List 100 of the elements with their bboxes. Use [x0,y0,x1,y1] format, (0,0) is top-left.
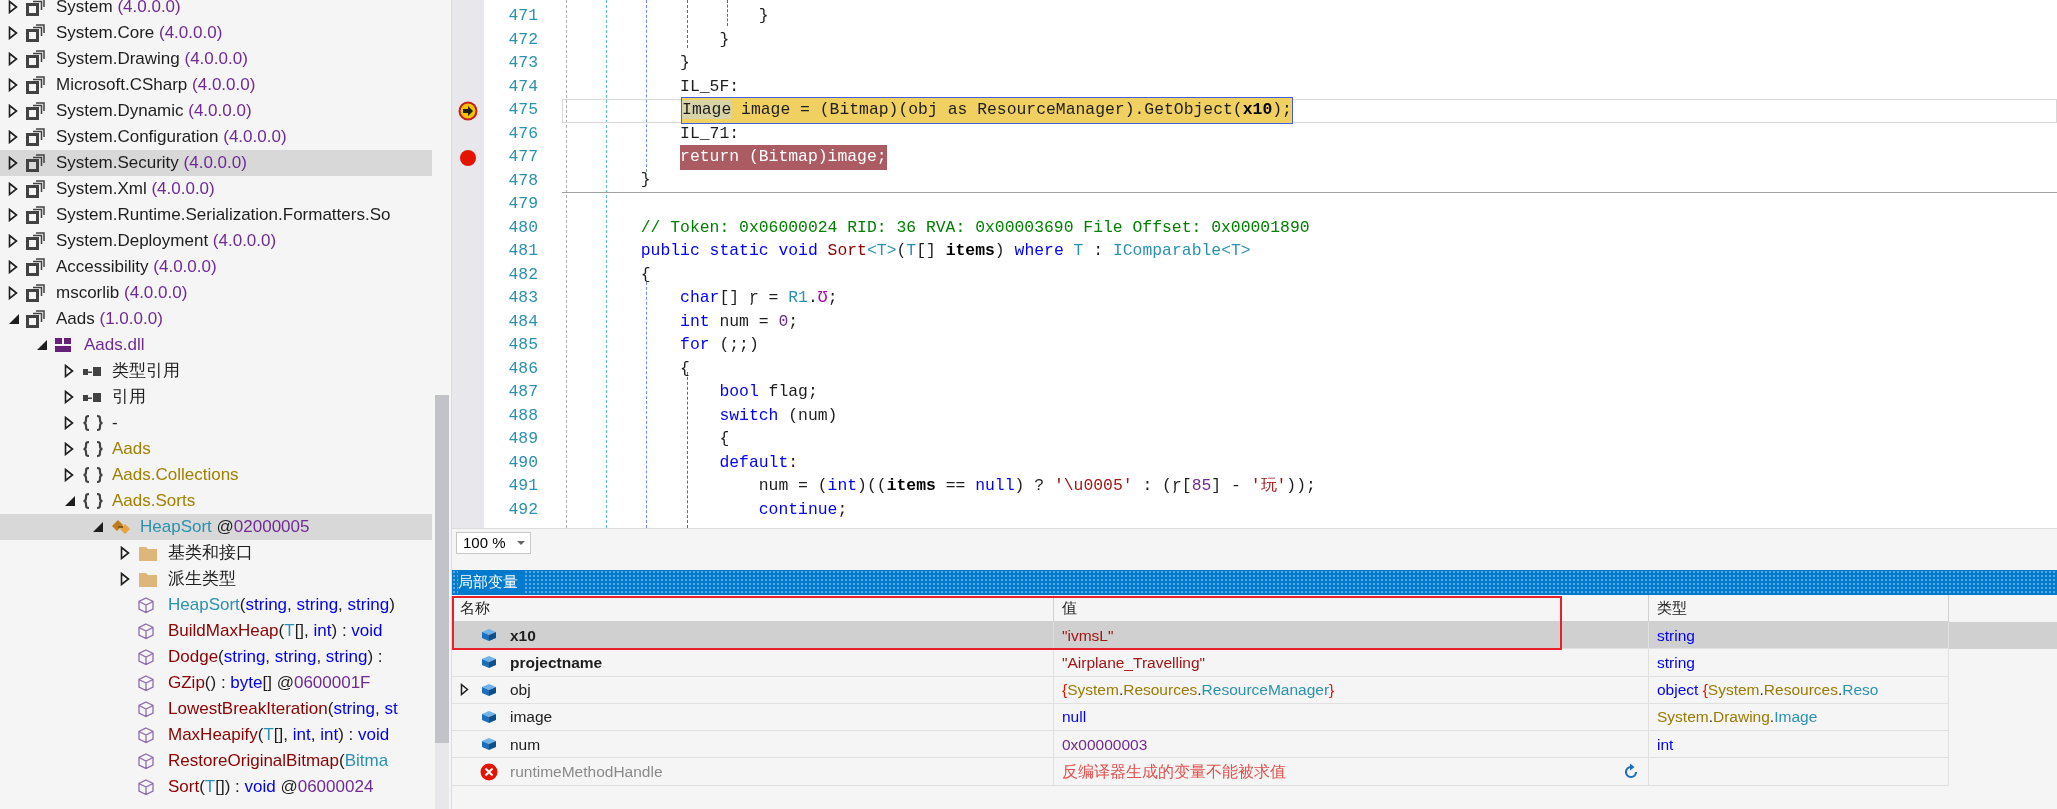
expand-arrow-icon [8,156,18,170]
tree-item[interactable]: Dodge(string, string, string) : [0,644,432,670]
tree-item[interactable]: System.Configuration (4.0.0.0) [0,124,432,150]
variable-type: int [1657,734,1674,755]
panel-title: 局部变量 [458,571,524,594]
line-number: 478 [507,169,539,192]
code-line: default: [719,451,799,474]
expand-arrow-icon [8,208,18,222]
expand-arrow-icon [64,442,74,456]
line-number: 485 [507,334,539,357]
code-line: IL_71: [680,122,740,145]
tree-item[interactable]: 基类和接口 [0,540,432,566]
variable-type: System.Drawing.Image [1657,707,1818,728]
variable-name: projectname [510,652,603,673]
variable-icon [481,737,497,752]
indent-guide [727,0,728,26]
expand-arrow-icon [8,260,18,274]
expand-arrow-icon [8,104,18,118]
variable-value: "ivmsL" [1062,625,1114,646]
tree-item[interactable]: GZip() : byte[] @0600001F [0,670,432,696]
tree-item[interactable]: System.Security (4.0.0.0) [0,150,432,176]
tree-item[interactable]: Aads (1.0.0.0) [0,306,432,332]
code-line: { [640,263,651,286]
line-number: 483 [507,287,539,310]
code-line: } [758,5,769,28]
expand-arrow-icon [120,572,130,586]
line-number: 474 [507,75,539,98]
method-icon [138,726,154,744]
tree-item[interactable]: System.Runtime.Serialization.Formatters.So [0,202,432,228]
line-number: 488 [507,404,539,427]
tree-item[interactable]: RestoreOriginalBitmap(Bitma [0,748,432,774]
code-line: } [680,52,690,75]
class-icon [110,518,132,536]
module-icon [54,336,72,354]
variable-type: string [1657,625,1695,646]
collapse-arrow-icon [8,313,20,325]
assembly-icon [26,310,46,328]
line-number: 486 [507,357,539,380]
scrollbar-thumb[interactable] [435,395,449,743]
variable-value: null [1062,707,1087,728]
assembly-icon [26,180,46,198]
tree-item[interactable]: Sort(T[]) : void @06000024 [0,774,432,800]
line-number: 471 [507,5,539,28]
tree-item[interactable]: Accessibility (4.0.0.0) [0,254,432,280]
tree-item[interactable]: System (4.0.0.0) [0,0,432,20]
namespace-icon [82,440,104,458]
tree-item[interactable]: HeapSort @02000005 [0,514,432,540]
assembly-icon [26,232,46,250]
tree-item[interactable]: System.Xml (4.0.0.0) [0,176,432,202]
tree-item[interactable]: Aads.dll [0,332,432,358]
folder-icon [138,544,158,562]
namespace-icon [82,414,104,432]
line-number: 479 [507,193,539,216]
assembly-icon [26,0,46,16]
assembly-icon [26,258,46,276]
method-icon [138,596,154,614]
tree-item[interactable]: 引用 [0,384,432,410]
assembly-icon [26,50,46,68]
tree-item[interactable]: 派生类型 [0,566,432,592]
locals-row[interactable]: x10 "ivmsL" string [452,622,2057,650]
variable-name: image [510,707,553,728]
refresh-icon[interactable] [1622,762,1640,781]
tree-item[interactable]: 类型引用 [0,358,432,384]
line-number: 492 [507,498,539,521]
variable-value: 0x00000003 [1062,734,1148,755]
collapse-arrow-icon [92,521,104,533]
assembly-icon [26,76,46,94]
line-number: 476 [507,122,539,145]
line-number: 481 [507,240,539,263]
tree-item[interactable]: System.Deployment (4.0.0.0) [0,228,432,254]
tree-item[interactable]: System.Drawing (4.0.0.0) [0,46,432,72]
tree-item[interactable]: Aads.Sorts [0,488,432,514]
tree-item[interactable]: HeapSort(string, string, string) [0,592,432,618]
line-number: 491 [507,475,539,498]
assembly-icon [26,102,46,120]
code-line: } [640,169,651,192]
expand-arrow-icon [8,52,18,66]
code-line: { [719,428,730,451]
expand-arrow-icon [64,364,74,378]
tree-item[interactable]: MaxHeapify(T[], int, int) : void [0,722,432,748]
code-line: for (;;) [680,334,759,357]
reference-icon [82,364,102,378]
variable-type: string [1657,652,1695,673]
code-line: continue; [758,498,848,521]
collapse-arrow-icon [64,495,76,507]
tree-item[interactable]: System.Dynamic (4.0.0.0) [0,98,432,124]
tree-item[interactable]: - [0,410,432,436]
tree-item[interactable]: Aads.Collections [0,462,432,488]
tree-item[interactable]: LowestBreakIteration(string, st [0,696,432,722]
line-number: 475 [507,99,539,122]
variable-value: "Airplane_Travelling" [1062,652,1206,673]
zoom-combobox[interactable]: 100 % [456,532,531,554]
tree-item[interactable]: Microsoft.CSharp (4.0.0.0) [0,72,432,98]
expand-arrow-icon [120,546,130,560]
expand-arrow-icon [8,78,18,92]
reference-icon [82,390,102,404]
tree-item[interactable]: BuildMaxHeap(T[], int) : void [0,618,432,644]
tree-item[interactable]: mscorlib (4.0.0.0) [0,280,432,306]
tree-item[interactable]: System.Core (4.0.0.0) [0,20,432,46]
method-icon [138,674,154,692]
